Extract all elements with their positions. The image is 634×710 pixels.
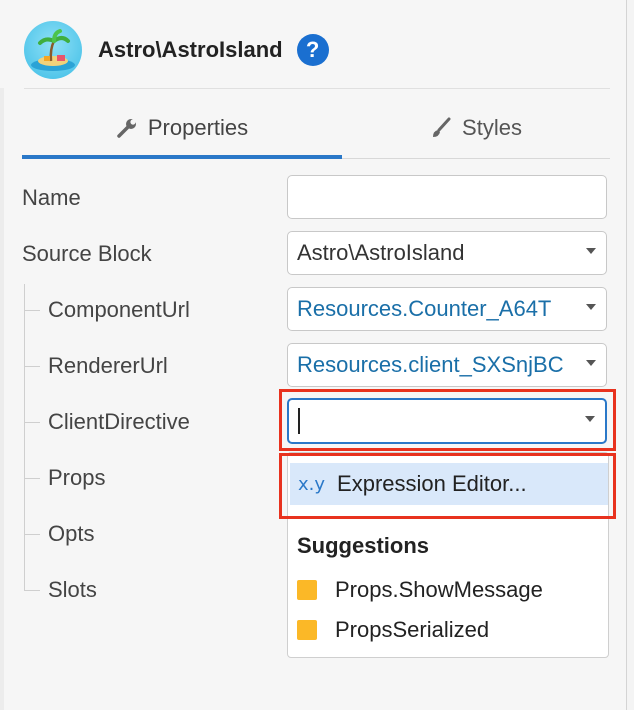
suggestions-dropdown: x.y Expression Editor... Suggestions Pro… — [287, 452, 609, 658]
brush-icon — [430, 117, 452, 139]
client-directive-input[interactable] — [287, 398, 607, 444]
tree-connector — [24, 284, 25, 590]
renderer-url-select[interactable]: Resources.client_SXSnjBC — [287, 343, 607, 387]
tree-branch — [24, 366, 40, 367]
island-icon — [24, 21, 82, 79]
source-block-label: Source Block — [22, 241, 152, 266]
props-label: Props — [48, 465, 106, 490]
suggestions-heading: Suggestions — [297, 533, 430, 558]
wrench-icon — [116, 117, 138, 139]
component-url-value: Resources.Counter_A64T — [297, 296, 552, 321]
help-button[interactable]: ? — [296, 34, 329, 66]
tree-branch — [24, 478, 40, 479]
panel-header: Astro\AstroIsland ? — [24, 20, 329, 80]
component-url-label: ComponentUrl — [48, 297, 190, 322]
name-input[interactable] — [287, 175, 607, 219]
suggestion-item[interactable]: PropsSerialized — [297, 615, 489, 645]
renderer-url-value: Resources.client_SXSnjBC — [297, 352, 564, 377]
tab-properties[interactable]: Properties — [22, 100, 342, 156]
block-title: Astro\AstroIsland — [98, 37, 283, 62]
source-block-select[interactable]: Astro\AstroIsland — [287, 231, 607, 275]
tree-branch — [24, 310, 40, 311]
header-divider — [24, 88, 610, 89]
chevron-down-icon[interactable] — [586, 304, 596, 310]
slots-label: Slots — [48, 577, 97, 602]
tab-styles[interactable]: Styles — [342, 100, 610, 156]
expression-editor-option[interactable]: x.y Expression Editor... — [290, 463, 608, 505]
suggestion-label: Props.ShowMessage — [335, 577, 543, 602]
active-tab-indicator — [22, 155, 342, 159]
tree-branch — [24, 590, 40, 591]
tab-properties-label: Properties — [147, 115, 249, 140]
tab-bar: Properties Styles — [22, 100, 610, 159]
tab-styles-label: Styles — [462, 115, 522, 140]
chevron-down-icon[interactable] — [586, 360, 596, 366]
variable-icon — [297, 620, 317, 640]
variable-icon — [297, 580, 317, 600]
chevron-down-icon[interactable] — [585, 416, 595, 422]
expression-editor-label: Expression Editor... — [337, 471, 527, 496]
suggestion-label: PropsSerialized — [335, 617, 490, 642]
suggestion-item[interactable]: Props.ShowMessage — [297, 575, 543, 605]
opts-label: Opts — [48, 521, 95, 546]
panel-left-edge — [0, 88, 4, 710]
expression-icon: x.y — [298, 473, 326, 495]
client-directive-label: ClientDirective — [48, 409, 190, 434]
text-cursor — [298, 408, 300, 434]
chevron-down-icon[interactable] — [586, 248, 596, 254]
name-label: Name — [22, 185, 81, 210]
component-url-select[interactable]: Resources.Counter_A64T — [287, 287, 607, 331]
renderer-url-label: RendererUrl — [48, 353, 168, 378]
source-block-value: Astro\AstroIsland — [297, 240, 465, 265]
tree-branch — [24, 422, 40, 423]
properties-panel: Astro\AstroIsland ? Properties Styles Na… — [0, 0, 627, 710]
tree-branch — [24, 534, 40, 535]
